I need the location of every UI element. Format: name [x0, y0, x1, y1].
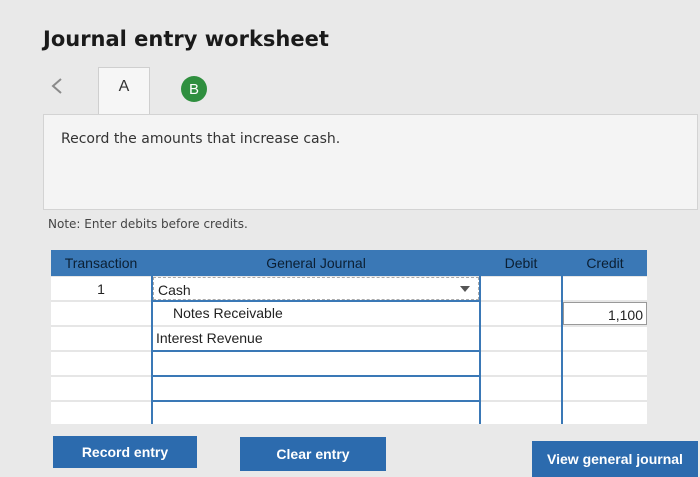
- credit-cell[interactable]: [563, 402, 647, 424]
- header-general-journal: General Journal: [153, 250, 479, 276]
- debit-cell[interactable]: [481, 352, 561, 375]
- debit-cell[interactable]: [481, 302, 561, 325]
- credit-cell[interactable]: [563, 352, 647, 375]
- debit-cell[interactable]: [481, 377, 561, 400]
- credit-cell[interactable]: [563, 327, 647, 350]
- transaction-cell: [51, 352, 151, 375]
- account-cell[interactable]: Interest Revenue: [153, 327, 479, 350]
- grid-divider: [153, 300, 479, 302]
- instruction-text: Record the amounts that increase cash.: [61, 131, 341, 147]
- note-text: Note: Enter debits before credits.: [48, 217, 248, 231]
- page-title: Journal entry worksheet: [43, 27, 329, 51]
- grid-divider: [153, 400, 479, 402]
- transaction-cell: [51, 327, 151, 350]
- credit-cell[interactable]: [563, 277, 647, 300]
- grid-divider: [561, 250, 563, 424]
- debit-cell[interactable]: [481, 402, 561, 424]
- chevron-left-icon-svg: [51, 78, 62, 94]
- account-cell[interactable]: [153, 377, 479, 400]
- account-cell[interactable]: Cash: [153, 277, 479, 300]
- tab-b[interactable]: B: [181, 76, 207, 102]
- account-cell[interactable]: Notes Receivable: [153, 302, 479, 325]
- header-credit: Credit: [563, 250, 647, 276]
- record-entry-button[interactable]: Record entry: [53, 436, 197, 468]
- grid-divider: [479, 250, 481, 424]
- dropdown-arrow-icon[interactable]: [460, 286, 470, 292]
- grid-divider: [153, 350, 479, 352]
- clear-entry-button[interactable]: Clear entry: [240, 437, 386, 471]
- chevron-left-icon[interactable]: [50, 76, 70, 96]
- header-transaction: Transaction: [51, 250, 151, 276]
- transaction-cell: [51, 377, 151, 400]
- tab-a[interactable]: A: [98, 67, 150, 115]
- account-cell[interactable]: [153, 352, 479, 375]
- instruction-panel: Record the amounts that increase cash.: [43, 114, 698, 210]
- debit-cell[interactable]: [481, 277, 561, 300]
- account-cell[interactable]: [153, 402, 479, 424]
- grid-divider: [151, 250, 153, 424]
- header-debit: Debit: [481, 250, 561, 276]
- view-general-journal-button[interactable]: View general journal: [532, 441, 698, 477]
- journal-table: Transaction General Journal Debit Credit…: [51, 250, 647, 424]
- transaction-cell: [51, 402, 151, 424]
- credit-cell[interactable]: 1,100: [563, 302, 647, 325]
- debit-cell[interactable]: [481, 327, 561, 350]
- credit-cell[interactable]: [563, 377, 647, 400]
- transaction-cell: 1: [51, 277, 151, 300]
- transaction-cell: [51, 302, 151, 325]
- grid-divider: [153, 375, 479, 377]
